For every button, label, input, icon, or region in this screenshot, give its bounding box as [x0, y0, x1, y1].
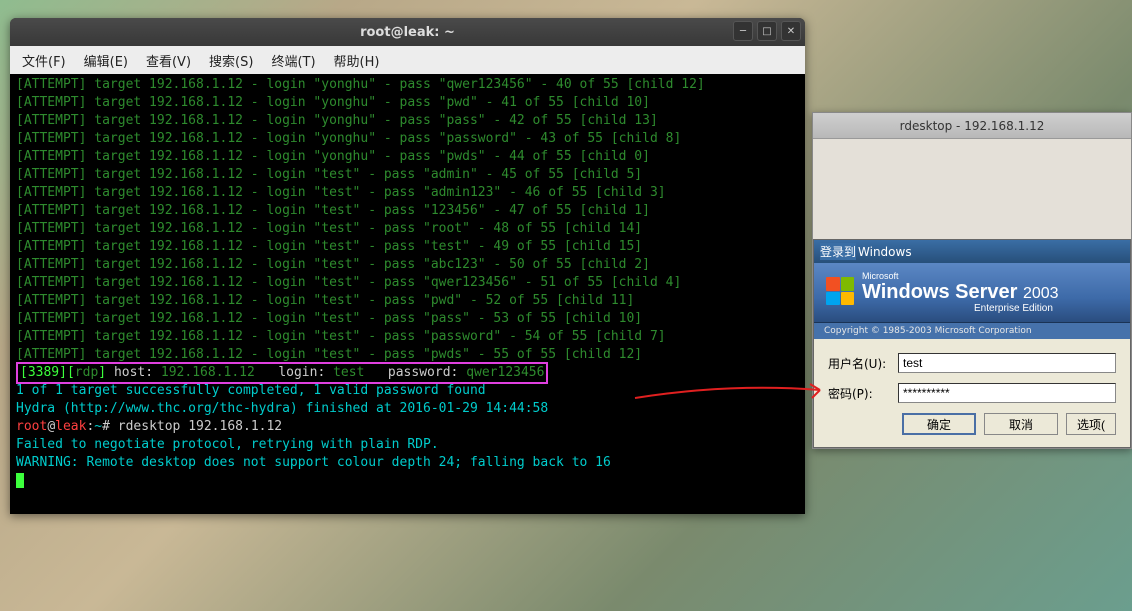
menu-view[interactable]: 查看(V): [142, 49, 195, 72]
window-controls: ─ □ ✕: [733, 21, 801, 41]
windows-flag-icon: [826, 277, 854, 305]
attempt-line: [ATTEMPT] target 192.168.1.12 - login "t…: [16, 184, 799, 202]
terminal-window: root@leak: ~ ─ □ ✕ 文件(F) 编辑(E) 查看(V) 搜索(…: [10, 18, 805, 514]
rdesktop-titlebar[interactable]: rdesktop - 192.168.1.12: [813, 113, 1131, 139]
password-field[interactable]: [898, 383, 1116, 403]
prompt-line[interactable]: root@leak:~# rdesktop 192.168.1.12: [16, 418, 799, 436]
menu-help[interactable]: 帮助(H): [330, 49, 384, 72]
password-label: 密码(P):: [828, 385, 888, 402]
attempt-line: [ATTEMPT] target 192.168.1.12 - login "y…: [16, 148, 799, 166]
hydra-result-line: [3389][rdp] host: 192.168.1.12 login: te…: [16, 364, 799, 382]
close-button[interactable]: ✕: [781, 21, 801, 41]
attempt-line: [ATTEMPT] target 192.168.1.12 - login "y…: [16, 94, 799, 112]
server-label: Windows Server 2003: [862, 281, 1059, 304]
cancel-button[interactable]: 取消: [984, 413, 1058, 435]
logon-title-text: Windows: [858, 245, 912, 259]
edition-label: Enterprise Edition: [974, 303, 1053, 314]
finished-line: Hydra (http://www.thc.org/thc-hydra) fin…: [16, 400, 799, 418]
attempt-line: [ATTEMPT] target 192.168.1.12 - login "y…: [16, 130, 799, 148]
msg-line: Failed to negotiate protocol, retrying w…: [16, 436, 799, 454]
ok-button[interactable]: 确定: [902, 413, 976, 435]
attempt-line: [ATTEMPT] target 192.168.1.12 - login "t…: [16, 292, 799, 310]
minimize-button[interactable]: ─: [733, 21, 753, 41]
username-label: 用户名(U):: [828, 355, 888, 372]
cursor-line: [16, 472, 799, 490]
maximize-button[interactable]: □: [757, 21, 777, 41]
logon-banner: Microsoft Windows Server 2003 Enterprise…: [814, 263, 1130, 323]
rdesktop-title: rdesktop - 192.168.1.12: [900, 119, 1045, 133]
terminal-titlebar[interactable]: root@leak: ~ ─ □ ✕: [10, 18, 805, 46]
microsoft-label: Microsoft: [862, 271, 899, 281]
menu-search[interactable]: 搜索(S): [205, 49, 257, 72]
terminal-menubar: 文件(F) 编辑(E) 查看(V) 搜索(S) 终端(T) 帮助(H): [10, 46, 805, 74]
attempt-line: [ATTEMPT] target 192.168.1.12 - login "t…: [16, 202, 799, 220]
username-field[interactable]: [898, 353, 1116, 373]
attempt-line: [ATTEMPT] target 192.168.1.12 - login "t…: [16, 274, 799, 292]
attempt-line: [ATTEMPT] target 192.168.1.12 - login "t…: [16, 256, 799, 274]
logon-form: 用户名(U): 密码(P): 确定 取消 选项(: [814, 339, 1130, 447]
msg-line: WARNING: Remote desktop does not support…: [16, 454, 799, 472]
attempt-line: [ATTEMPT] target 192.168.1.12 - login "y…: [16, 76, 799, 94]
menu-file[interactable]: 文件(F): [18, 49, 70, 72]
menu-edit[interactable]: 编辑(E): [80, 49, 132, 72]
attempt-line: [ATTEMPT] target 192.168.1.12 - login "t…: [16, 328, 799, 346]
summary-line: 1 of 1 target successfully completed, 1 …: [16, 382, 799, 400]
attempt-line: [ATTEMPT] target 192.168.1.12 - login "t…: [16, 310, 799, 328]
windows-logon-dialog: 登录到 Windows Microsoft Windows Server 200…: [813, 239, 1131, 448]
menu-terminal[interactable]: 终端(T): [267, 49, 319, 72]
terminal-title: root@leak: ~: [360, 25, 455, 40]
attempt-line: [ATTEMPT] target 192.168.1.12 - login "t…: [16, 166, 799, 184]
options-button[interactable]: 选项(: [1066, 413, 1116, 435]
attempt-line: [ATTEMPT] target 192.168.1.12 - login "y…: [16, 112, 799, 130]
logon-titlebar[interactable]: 登录到 Windows: [814, 240, 1130, 263]
logon-title-prefix: 登录到: [820, 243, 856, 260]
attempt-line: [ATTEMPT] target 192.168.1.12 - login "t…: [16, 238, 799, 256]
copyright-text: Copyright © 1985-2003 Microsoft Corporat…: [814, 323, 1130, 339]
attempt-line: [ATTEMPT] target 192.168.1.12 - login "t…: [16, 220, 799, 238]
cursor-icon: [16, 473, 24, 488]
terminal-output[interactable]: [ATTEMPT] target 192.168.1.12 - login "y…: [10, 74, 805, 514]
rdesktop-window: rdesktop - 192.168.1.12 登录到 Windows Micr…: [812, 112, 1132, 449]
